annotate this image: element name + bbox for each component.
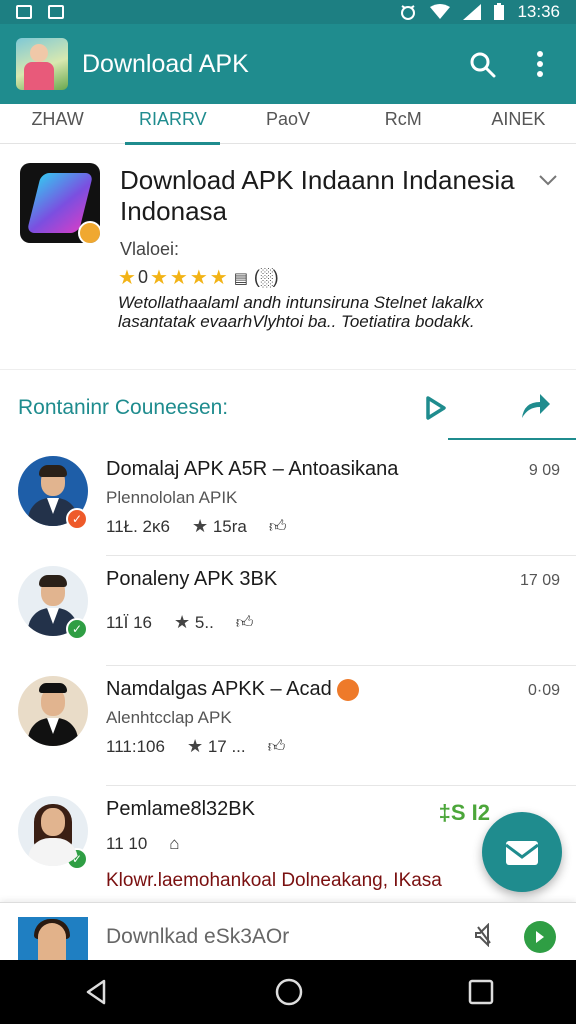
item-count: 11Ł. 2ĸ6 (106, 516, 170, 536)
status-bar: 13:36 (0, 0, 576, 24)
compose-fab[interactable] (482, 812, 562, 892)
signal-icon (463, 4, 482, 20)
app-name: Download APK Indaann Indanesia Indonasa (120, 165, 515, 226)
thumbs-up-icon[interactable]: 👍︎ (269, 516, 287, 537)
item-count: 11 10 (106, 834, 148, 853)
bottom-card-title: Downlkad eSk3AOr (106, 925, 290, 948)
star-icon: ★ (186, 736, 204, 756)
item-meta: 111:106 ★ 17 ... 👍︎ (106, 736, 285, 757)
home-circle-icon[interactable] (274, 977, 304, 1007)
list-item[interactable]: ✓ Domalaj APK A5R – Antoasikana Plennolo… (18, 446, 576, 556)
avatar (18, 796, 88, 866)
status-time: 13:36 (517, 2, 560, 21)
rating-prefix: 0 (137, 267, 148, 287)
emoji-badge-icon (337, 678, 360, 701)
battery-icon (494, 3, 505, 20)
bottom-thumbnail (18, 917, 88, 961)
download-badge-icon (78, 221, 100, 243)
app-logo[interactable] (16, 38, 68, 90)
item-time: 17 09 (519, 572, 560, 589)
star-icon: ★ (169, 267, 188, 289)
app-rating: ★ 0 ★ ★ ★ ★ ▤ (░) (118, 265, 279, 290)
star-icon: ★ (149, 267, 168, 289)
tab-ainek[interactable]: AINEK (461, 104, 576, 143)
item-rating: 17 ... (207, 737, 246, 756)
thumbs-up-icon[interactable]: 👍︎ (236, 612, 254, 633)
section-underline (448, 438, 576, 440)
list-item[interactable]: Namdalgas APKK – Acad Alenhtcclap APK 11… (18, 666, 576, 786)
star-icon: ★ (209, 267, 228, 289)
share-button[interactable] (518, 390, 552, 427)
alarm-icon (401, 5, 416, 20)
chevron-down-icon (539, 175, 557, 186)
list-item[interactable]: ✓ Ponaleny APK 3BK 11Ї 16 ★ 5.. 👍︎ 17 09 (18, 556, 576, 666)
share-arrow-icon (522, 394, 550, 418)
section-title: Rontaninr Couneesen: (18, 396, 229, 419)
tab-zhaw[interactable]: ZHAW (0, 104, 115, 143)
image-notification-icon (48, 5, 64, 19)
bottom-player-card[interactable]: Downlkad eSk3AOr (0, 902, 576, 961)
mute-icon (475, 922, 491, 948)
item-meta: 11Ł. 2ĸ6 ★ 15ra 👍︎ (106, 516, 287, 537)
overflow-menu-button[interactable] (520, 44, 560, 84)
star-icon: ★ (118, 267, 136, 289)
item-rating: 15ra (212, 517, 247, 536)
notification-icon (16, 5, 32, 19)
star-icon: ★ (174, 612, 191, 632)
app-vendor: Vlaloei: (120, 239, 180, 259)
more-vert-icon (537, 51, 543, 77)
app-description: Wetollathaalaml andh intunsiruna Stelnet… (118, 293, 484, 331)
app-bar: Download APK (0, 24, 576, 104)
app-detail-card: Download APK Indaann Indanesia Indonasa … (0, 145, 576, 370)
status-badge: ✓ (66, 618, 88, 640)
play-button[interactable] (424, 394, 448, 427)
item-rating: 5.. (194, 613, 214, 632)
tab-paov[interactable]: PaoV (230, 104, 345, 143)
star-icon: ★ (189, 267, 208, 289)
item-meta: 11 10 ⌂ (106, 834, 180, 854)
item-name: Namdalgas APKK – Acad (106, 678, 506, 701)
tab-riarrv[interactable]: RIARRV (115, 104, 230, 145)
item-name: Domalaj APK A5R – Antoasikana (106, 458, 399, 480)
system-nav-bar (0, 960, 576, 1024)
item-tag: ‡S I2 (438, 800, 490, 825)
status-badge: ✓ (66, 508, 88, 530)
mail-icon (505, 841, 539, 865)
item-subtitle: Plennololan APIK (106, 488, 238, 507)
item-time: 9 09 (528, 462, 560, 479)
item-alert: Klowr.laemohankoal Dolneakang, IKasa (106, 870, 442, 891)
section-header: Rontaninr Couneesen: (0, 382, 576, 440)
mute-button[interactable] (474, 922, 494, 952)
app-bar-title: Download APK (82, 49, 249, 78)
home-icon: ⌂ (169, 834, 180, 853)
thumbs-up-icon[interactable]: 👍︎ (268, 736, 286, 757)
item-count: 111:106 (106, 736, 165, 756)
item-time: 0·09 (527, 682, 560, 699)
search-button[interactable] (462, 44, 502, 84)
tab-rcm[interactable]: RcM (346, 104, 461, 143)
back-icon[interactable] (82, 978, 110, 1006)
search-icon (470, 52, 496, 78)
item-meta: 11Ї 16 ★ 5.. 👍︎ (106, 612, 254, 633)
wifi-icon (430, 4, 451, 19)
item-count: 11Ї 16 (106, 612, 153, 632)
storage-icon: ▤ (233, 269, 248, 287)
avatar (18, 676, 88, 746)
app-icon[interactable] (20, 163, 100, 243)
star-icon: ★ (191, 516, 209, 536)
rating-count: (░) (253, 267, 279, 287)
recents-icon[interactable] (468, 979, 494, 1005)
expand-button[interactable] (538, 173, 558, 191)
chevron-right-icon (536, 931, 544, 943)
play-icon (426, 396, 446, 420)
item-subtitle: Alenhtcclap APK (106, 708, 232, 727)
tab-bar: ZHAW RIARRV PaoV RcM AINEK (0, 104, 576, 145)
next-button[interactable] (524, 921, 556, 953)
item-name: Ponaleny APK 3BK (106, 568, 278, 590)
